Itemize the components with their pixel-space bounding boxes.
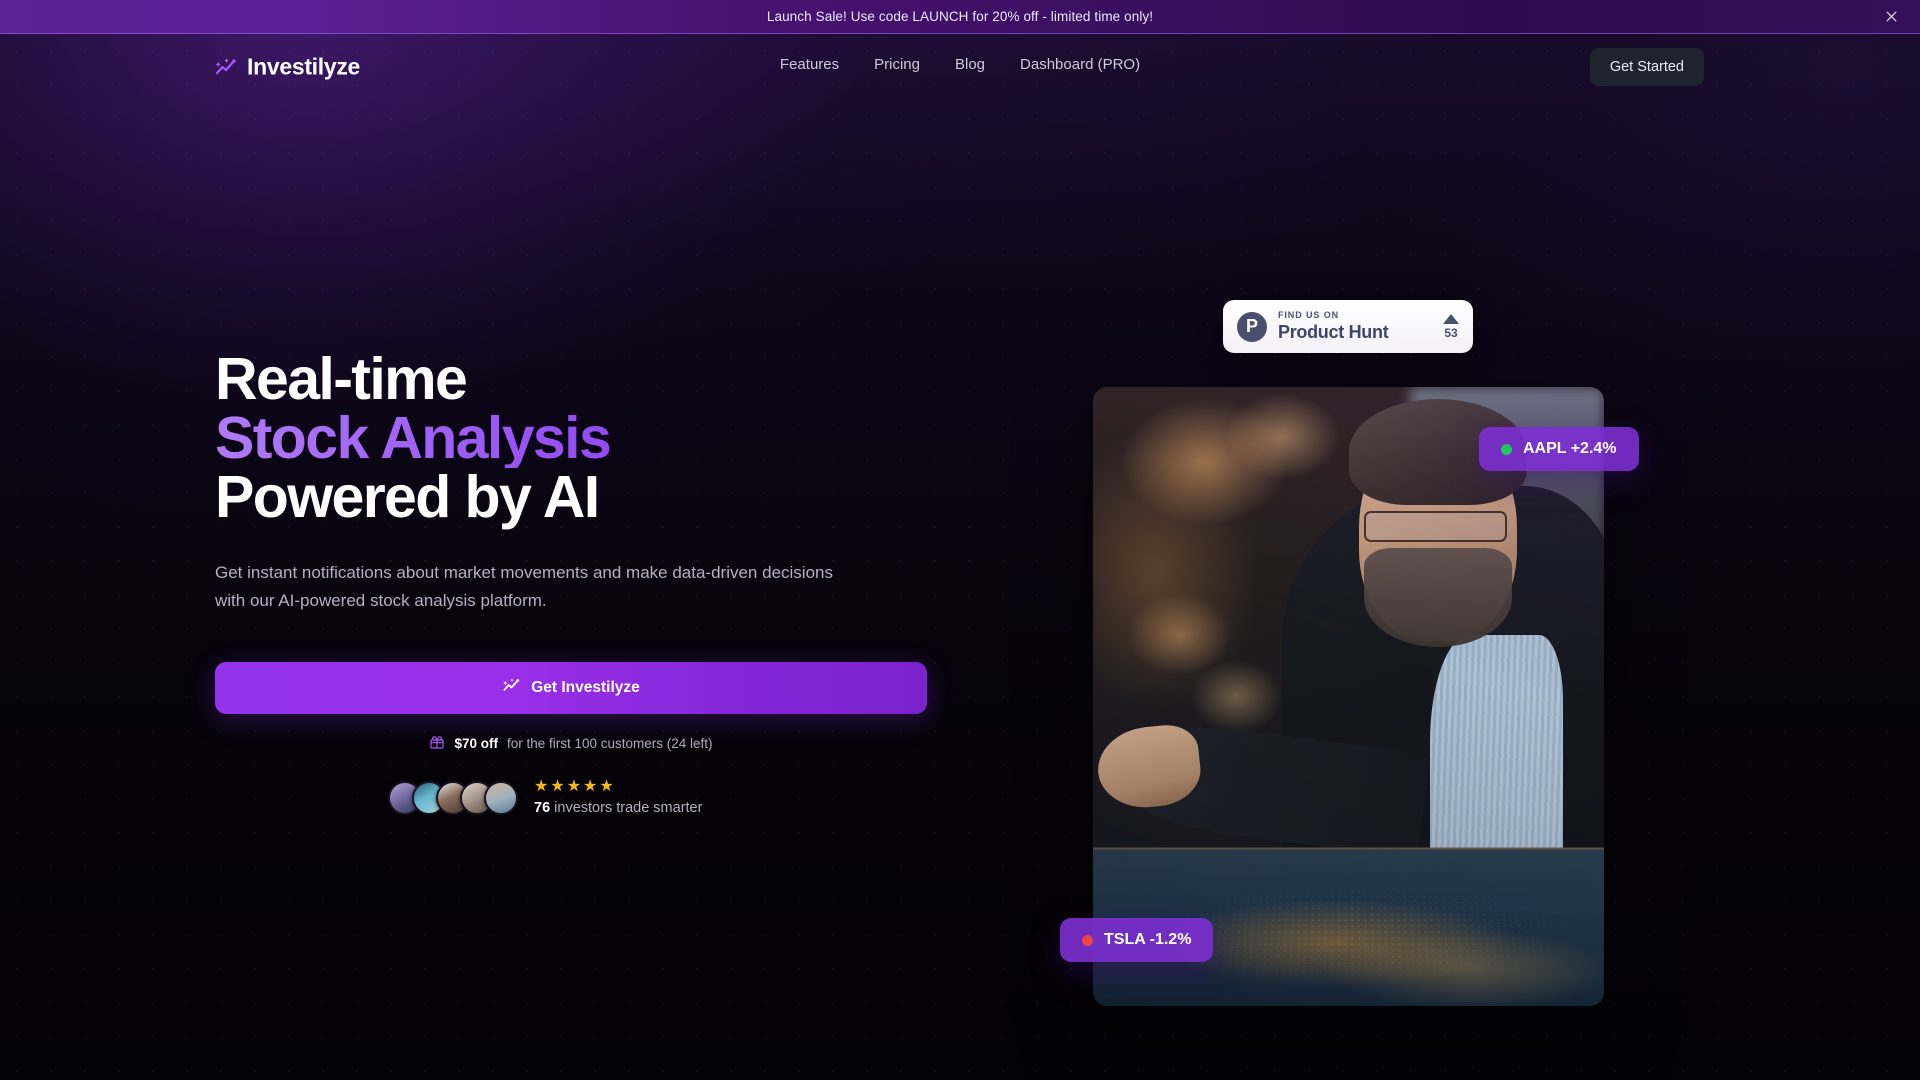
sparkle-chart-icon [502,676,521,700]
ticker-label-aapl: AAPL +2.4% [1523,440,1617,457]
site-header: Investilyze Features Pricing Blog Dashbo… [0,34,1920,100]
hero-image [1093,387,1604,1006]
discount-note: $70 off for the first 100 customers (24 … [215,734,927,753]
get-started-button[interactable]: Get Started [1589,48,1704,86]
hero-copy: Real-time Stock Analysis Powered by AI G… [215,350,935,816]
page-root: Launch Sale! Use code LAUNCH for 20% off… [0,0,1920,1080]
brand-name: Investilyze [247,53,361,80]
hero-visual [1093,387,1604,1006]
investor-count-suffix: investors trade smarter [550,800,703,817]
product-hunt-eyebrow: FIND US ON [1278,310,1340,321]
cta-label: Get Investilyze [531,679,640,697]
headline-line-3: Powered by AI [215,464,600,530]
close-icon[interactable] [1880,6,1902,28]
primary-nav: Features Pricing Blog Dashboard (PRO) [780,56,1140,73]
nav-item-pricing[interactable]: Pricing [874,56,920,73]
avatar [484,780,518,815]
ticker-label-tsla: TSLA -1.2% [1104,931,1192,948]
get-investilyze-button[interactable]: Get Investilyze [215,662,927,715]
nav-item-features[interactable]: Features [780,56,839,73]
ticker-badge-tsla: TSLA -1.2% [1060,918,1214,962]
investor-count: 76 [534,800,551,817]
nav-item-blog[interactable]: Blog [955,56,985,73]
headline-line-2: Stock Analysis [215,409,935,468]
upvote-triangle-icon [1443,313,1459,324]
upvote-count: 53 [1444,325,1458,340]
announcement-banner: Launch Sale! Use code LAUNCH for 20% off… [0,0,1920,34]
product-hunt-p-icon: P [1237,311,1267,342]
hero-subheadline: Get instant notifications about market m… [215,563,833,610]
social-proof: ★★★★★ 76 investors trade smarter [215,779,935,816]
star-rating: ★★★★★ [534,778,616,796]
headline-line-1: Real-time [215,346,468,412]
page-title: Real-time Stock Analysis Powered by AI [215,350,935,527]
product-hunt-name: Product Hunt [1278,321,1389,342]
avatar-group [388,780,518,815]
announcement-text: Launch Sale! Use code LAUNCH for 20% off… [766,9,1154,24]
nav-item-dashboard[interactable]: Dashboard (PRO) [1020,56,1140,73]
discount-amount: $70 off [454,736,498,752]
product-hunt-copy: FIND US ON Product Hunt [1278,310,1435,342]
investor-count-label: 76 investors trade smarter [534,800,702,816]
social-proof-text: ★★★★★ 76 investors trade smarter [534,778,702,817]
status-dot-up-icon [1501,443,1512,455]
discount-detail: for the first 100 customers (24 left) [506,736,713,752]
brand-logo[interactable]: Investilyze [214,54,360,81]
sparkle-chart-icon [214,55,238,79]
product-hunt-upvote[interactable]: 53 [1443,313,1459,340]
status-dot-down-icon [1082,934,1093,946]
gift-icon [429,734,445,753]
product-hunt-badge[interactable]: P FIND US ON Product Hunt 53 [1223,300,1473,353]
ticker-badge-aapl: AAPL +2.4% [1479,427,1639,471]
